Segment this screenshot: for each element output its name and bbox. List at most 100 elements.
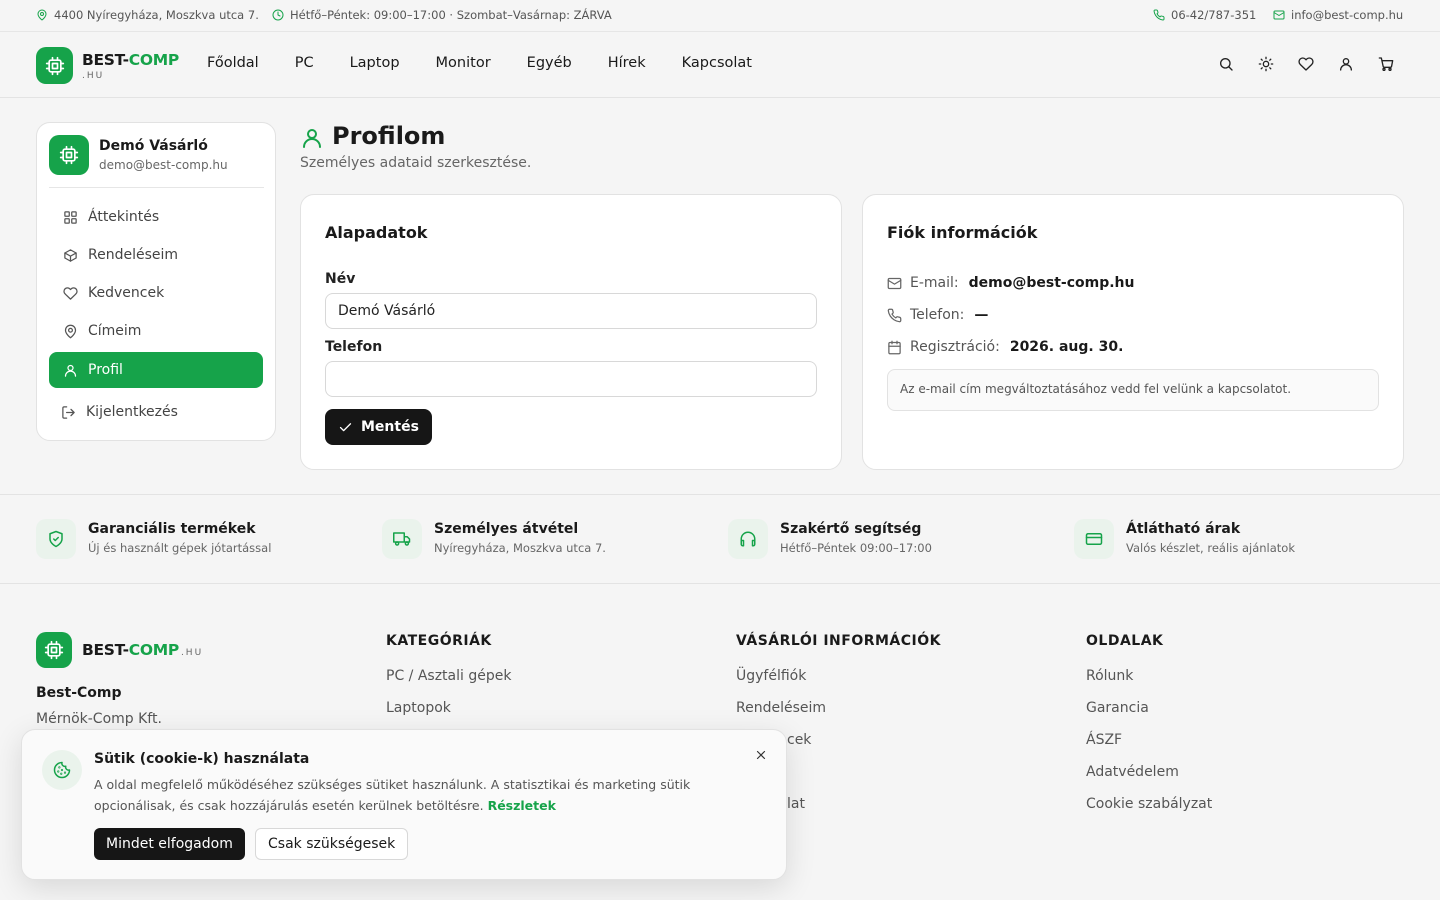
feature-icon-box bbox=[36, 519, 76, 559]
phone-field[interactable] bbox=[325, 361, 817, 397]
hours-info: Hétfő–Péntek: 09:00–17:00 · Szombat–Vasá… bbox=[272, 8, 612, 22]
features-strip: Garanciális termékek Új és használt gépe… bbox=[0, 494, 1440, 584]
calendar-icon bbox=[888, 340, 901, 354]
basic-data-card: Alapadatok Név Telefon Mentés bbox=[300, 194, 842, 470]
footer-logo-mark[interactable] bbox=[36, 632, 72, 668]
main-header: BEST-COMP .HU Főoldal PC Laptop Monitor … bbox=[0, 33, 1440, 98]
sidebar-item-overview[interactable]: Áttekintés bbox=[49, 199, 263, 235]
footer-categories-title: KATEGÓRIÁK bbox=[386, 633, 492, 649]
logout-icon bbox=[62, 405, 75, 419]
user-icon bbox=[64, 364, 77, 377]
sidebar-item-label: Profil bbox=[88, 362, 123, 378]
feature-subtitle: Új és használt gépek jótartással bbox=[88, 541, 272, 555]
headphones-icon bbox=[740, 531, 756, 547]
cookie-title: Sütik (cookie-k) használata bbox=[94, 751, 310, 767]
email-value: demo@best-comp.hu bbox=[968, 275, 1135, 291]
footer-link-partial-2[interactable]: lat bbox=[787, 796, 805, 812]
footer-link-terms[interactable]: ÁSZF bbox=[1086, 732, 1122, 748]
profile-title-icon-wrap bbox=[300, 126, 324, 150]
sidebar-item-profile[interactable]: Profil bbox=[49, 352, 263, 388]
page-subtitle: Személyes adataid szerkesztése. bbox=[300, 155, 532, 171]
cart-icon[interactable] bbox=[1378, 56, 1394, 72]
account-info-card: Fiók információk E-mail: demo@best-comp.… bbox=[862, 194, 1404, 470]
user-icon bbox=[303, 129, 321, 148]
sidebar-item-label: Kijelentkezés bbox=[86, 404, 178, 420]
nav-other[interactable]: Egyéb bbox=[527, 55, 572, 71]
main-nav: Főoldal PC Laptop Monitor Egyéb Hírek Ka… bbox=[207, 55, 788, 71]
nav-pc[interactable]: PC bbox=[295, 55, 314, 71]
map-pin-icon bbox=[37, 9, 47, 21]
nav-home[interactable]: Főoldal bbox=[207, 55, 259, 71]
cookie-details-link[interactable]: Részletek bbox=[488, 798, 556, 813]
logo-mark[interactable] bbox=[36, 47, 73, 84]
necessary-cookies-button[interactable]: Csak szükségesek bbox=[255, 828, 409, 860]
search-icon[interactable] bbox=[1218, 56, 1234, 72]
footer-link-orders[interactable]: Rendeléseim bbox=[736, 700, 826, 716]
truck-icon bbox=[393, 532, 411, 546]
page-title: Profilom bbox=[332, 122, 446, 150]
footer-link-partial-1[interactable]: cek bbox=[787, 732, 811, 748]
heart-icon[interactable] bbox=[1298, 56, 1314, 72]
email-label: E-mail: bbox=[910, 275, 959, 291]
feature-title: Garanciális termékek bbox=[88, 521, 256, 537]
close-icon bbox=[756, 750, 766, 760]
nav-laptop[interactable]: Laptop bbox=[350, 55, 400, 71]
package-icon bbox=[64, 248, 77, 262]
feature-title: Átlátható árak bbox=[1126, 521, 1241, 537]
grid-icon bbox=[64, 210, 77, 224]
footer-company-name: Best-Comp bbox=[36, 685, 122, 701]
footer-link-pc[interactable]: PC / Asztali gépek bbox=[386, 668, 511, 684]
brand-name[interactable]: BEST-COMP bbox=[82, 51, 179, 69]
email-link[interactable]: info@best-comp.hu bbox=[1273, 8, 1403, 22]
feature-subtitle: Nyíregyháza, Moszkva utca 7. bbox=[434, 541, 606, 555]
sidebar-item-favorites[interactable]: Kedvencek bbox=[49, 275, 263, 311]
nav-news[interactable]: Hírek bbox=[608, 55, 646, 71]
top-info-bar: 4400 Nyíregyháza, Moszkva utca 7. Hétfő–… bbox=[0, 0, 1440, 32]
heart-icon bbox=[63, 286, 78, 300]
cookie-icon bbox=[53, 761, 71, 779]
cookie-text: A oldal megfelelő működéséhez szükséges … bbox=[94, 777, 691, 813]
feature-icon-box bbox=[1074, 519, 1114, 559]
address-text: 4400 Nyíregyháza, Moszkva utca 7. bbox=[54, 8, 259, 22]
cookie-banner: Sütik (cookie-k) használata A oldal megf… bbox=[21, 729, 787, 880]
account-sidebar: Demó Vásárló demo@best-comp.hu Áttekinté… bbox=[36, 122, 276, 441]
footer-customer-title: VÁSÁRLÓI INFORMÁCIÓK bbox=[736, 633, 941, 649]
sidebar-item-logout[interactable]: Kijelentkezés bbox=[49, 394, 263, 430]
cookie-icon-box bbox=[42, 750, 82, 790]
footer-link-warranty[interactable]: Garancia bbox=[1086, 700, 1149, 716]
account-email-row: E-mail: demo@best-comp.hu bbox=[887, 275, 1134, 291]
footer-company-sub: Mérnök-Comp Kft. bbox=[36, 711, 162, 727]
sidebar-item-addresses[interactable]: Címeim bbox=[49, 313, 263, 349]
feature-title: Szakértő segítség bbox=[780, 521, 922, 537]
header-actions bbox=[1218, 56, 1394, 72]
footer-link-privacy[interactable]: Adatvédelem bbox=[1086, 764, 1179, 780]
divider bbox=[49, 187, 264, 188]
user-icon[interactable] bbox=[1338, 56, 1354, 72]
user-email: demo@best-comp.hu bbox=[99, 158, 228, 172]
save-button[interactable]: Mentés bbox=[325, 409, 432, 445]
footer-link-cookie-policy[interactable]: Cookie szabályzat bbox=[1086, 796, 1212, 812]
mail-icon bbox=[1273, 10, 1285, 20]
feature-icon-box bbox=[382, 519, 422, 559]
footer-link-laptops[interactable]: Laptopok bbox=[386, 700, 451, 716]
feature-subtitle: Hétfő–Péntek 09:00–17:00 bbox=[780, 541, 932, 555]
address-info: 4400 Nyíregyháza, Moszkva utca 7. bbox=[36, 8, 259, 22]
name-field[interactable] bbox=[325, 293, 817, 329]
footer-brand-name[interactable]: BEST-COMP .HU bbox=[82, 641, 203, 659]
account-registration-row: Regisztráció: 2026. aug. 30. bbox=[887, 339, 1123, 355]
account-phone-row: Telefon: — bbox=[887, 307, 988, 323]
sidebar-item-label: Rendeléseim bbox=[88, 247, 179, 263]
nav-contact[interactable]: Kapcsolat bbox=[682, 55, 752, 71]
theme-toggle-icon[interactable] bbox=[1258, 56, 1274, 72]
sidebar-item-label: Áttekintés bbox=[88, 209, 160, 225]
cookie-close-button[interactable] bbox=[752, 746, 770, 764]
chip-icon bbox=[45, 56, 64, 75]
footer-link-about[interactable]: Rólunk bbox=[1086, 668, 1133, 684]
accept-all-cookies-button[interactable]: Mindet elfogadom bbox=[94, 828, 245, 860]
nav-monitor[interactable]: Monitor bbox=[436, 55, 491, 71]
phone-link[interactable]: 06-42/787-351 bbox=[1153, 8, 1256, 22]
hours-text: Hétfő–Péntek: 09:00–17:00 · Szombat–Vasá… bbox=[290, 8, 612, 22]
sidebar-item-label: Kedvencek bbox=[88, 285, 165, 301]
footer-link-account[interactable]: Ügyfélfiók bbox=[736, 668, 806, 684]
sidebar-item-orders[interactable]: Rendeléseim bbox=[49, 237, 263, 273]
